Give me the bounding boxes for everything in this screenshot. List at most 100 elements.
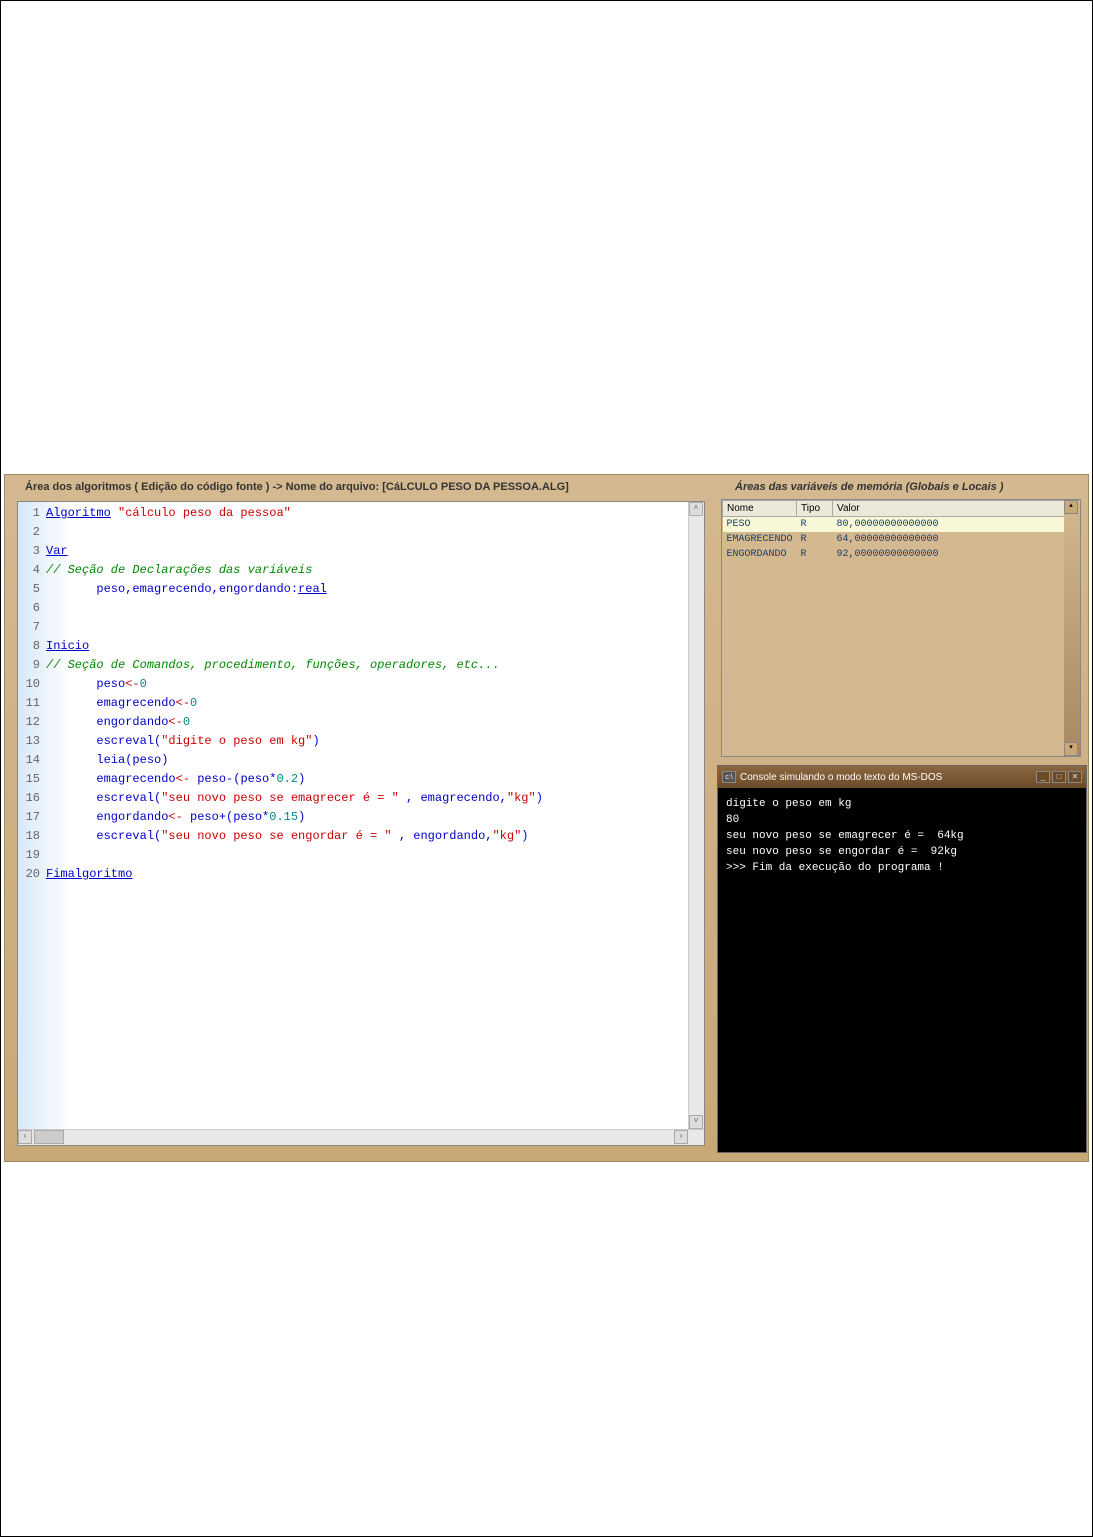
line-number: 4	[18, 561, 46, 580]
variable-cell-name: PESO	[723, 517, 797, 533]
line-number: 18	[18, 827, 46, 846]
code-line[interactable]: 9// Seção de Comandos, procedimento, fun…	[18, 656, 704, 675]
console-icon: c:\	[722, 771, 736, 783]
line-number: 19	[18, 846, 46, 865]
col-header-name[interactable]: Nome	[723, 501, 797, 517]
line-text: // Seção de Declarações das variáveis	[46, 561, 312, 580]
code-line[interactable]: 7	[18, 618, 704, 637]
scroll-left-icon[interactable]: ‹	[18, 1130, 32, 1144]
line-text: Algoritmo "cálculo peso da pessoa"	[46, 504, 291, 523]
line-number: 7	[18, 618, 46, 637]
scroll-up-icon[interactable]: ▴	[1064, 500, 1078, 514]
code-line[interactable]: 12 engordando<-0	[18, 713, 704, 732]
line-text: emagrecendo<-0	[46, 694, 197, 713]
variable-cell-name: ENGORDANDO	[723, 547, 797, 562]
variable-cell-name: EMAGRECENDO	[723, 532, 797, 547]
console-line: seu novo peso se emagrecer é = 64kg	[726, 828, 1078, 844]
editor-vertical-scrollbar[interactable]: ˄ ˅	[688, 502, 704, 1129]
variable-cell-value: 80,00000000000000	[833, 517, 1066, 533]
code-line[interactable]: 5 peso,emagrecendo,engordando:real	[18, 580, 704, 599]
line-number: 2	[18, 523, 46, 542]
ide-container: Área dos algoritmos ( Edição do código f…	[4, 474, 1089, 1162]
line-number: 6	[18, 599, 46, 618]
variables-scrollbar[interactable]: ▴ ▾	[1064, 500, 1080, 756]
line-text: // Seção de Comandos, procedimento, funç…	[46, 656, 500, 675]
variables-legend: Áreas das variáveis de memória (Globais …	[731, 481, 1007, 493]
col-header-value[interactable]: Valor	[833, 501, 1066, 517]
variable-cell-value: 64,00000000000000	[833, 532, 1066, 547]
line-text: engordando<-0	[46, 713, 190, 732]
console-output: digite o peso em kg80seu novo peso se em…	[718, 788, 1086, 884]
scroll-down-icon[interactable]: ▾	[1064, 742, 1078, 756]
editor-horizontal-scrollbar[interactable]: ‹ ›	[18, 1129, 704, 1145]
variables-panel: Áreas das variáveis de memória (Globais …	[717, 481, 1085, 761]
line-text: Inicio	[46, 637, 89, 656]
scroll-down-icon[interactable]: ˅	[689, 1115, 703, 1129]
line-number: 8	[18, 637, 46, 656]
line-text: Var	[46, 542, 68, 561]
line-number: 12	[18, 713, 46, 732]
code-line[interactable]: 17 engordando<- peso+(peso*0.15)	[18, 808, 704, 827]
maximize-button[interactable]: □	[1052, 771, 1066, 783]
line-text: leia(peso)	[46, 751, 168, 770]
code-line[interactable]: 2	[18, 523, 704, 542]
code-line[interactable]: 3Var	[18, 542, 704, 561]
code-line[interactable]: 13 escreval("digite o peso em kg")	[18, 732, 704, 751]
variable-row[interactable]: ENGORDANDOR92,00000000000000	[723, 547, 1066, 562]
variable-cell-type: R	[797, 547, 833, 562]
line-text: escreval("seu novo peso se engordar é = …	[46, 827, 529, 846]
console-line: 80	[726, 812, 1078, 828]
variables-table: Nome Tipo Valor PESOR80,00000000000000EM…	[722, 500, 1066, 562]
code-editor-panel: Área dos algoritmos ( Edição do código f…	[11, 481, 711, 1153]
variable-cell-type: R	[797, 532, 833, 547]
code-line[interactable]: 11 emagrecendo<-0	[18, 694, 704, 713]
code-line[interactable]: 20Fimalgoritmo	[18, 865, 704, 884]
code-line[interactable]: 1Algoritmo "cálculo peso da pessoa"	[18, 504, 704, 523]
line-text: escreval("seu novo peso se emagrecer é =…	[46, 789, 543, 808]
line-text: emagrecendo<- peso-(peso*0.2)	[46, 770, 305, 789]
console-window: c:\ Console simulando o modo texto do MS…	[717, 765, 1087, 1153]
code-line[interactable]: 6	[18, 599, 704, 618]
line-text: peso<-0	[46, 675, 147, 694]
line-text: engordando<- peso+(peso*0.15)	[46, 808, 305, 827]
code-line[interactable]: 19	[18, 846, 704, 865]
scroll-right-icon[interactable]: ›	[674, 1130, 688, 1144]
close-button[interactable]: ✕	[1068, 771, 1082, 783]
scroll-up-icon[interactable]: ˄	[689, 502, 703, 516]
scroll-thumb[interactable]	[34, 1130, 64, 1144]
line-number: 11	[18, 694, 46, 713]
line-number: 9	[18, 656, 46, 675]
line-number: 17	[18, 808, 46, 827]
code-editor-legend: Área dos algoritmos ( Edição do código f…	[21, 481, 573, 493]
code-line[interactable]: 14 leia(peso)	[18, 751, 704, 770]
line-number: 10	[18, 675, 46, 694]
line-number: 5	[18, 580, 46, 599]
col-header-type[interactable]: Tipo	[797, 501, 833, 517]
variables-table-container: Nome Tipo Valor PESOR80,00000000000000EM…	[721, 499, 1081, 757]
line-text: peso,emagrecendo,engordando:real	[46, 580, 327, 599]
console-line: >>> Fim da execução do programa !	[726, 860, 1078, 876]
line-number: 13	[18, 732, 46, 751]
code-line[interactable]: 8Inicio	[18, 637, 704, 656]
variable-cell-value: 92,00000000000000	[833, 547, 1066, 562]
code-line[interactable]: 18 escreval("seu novo peso se engordar é…	[18, 827, 704, 846]
line-number: 15	[18, 770, 46, 789]
variable-row[interactable]: PESOR80,00000000000000	[723, 517, 1066, 533]
code-line[interactable]: 4// Seção de Declarações das variáveis	[18, 561, 704, 580]
line-number: 1	[18, 504, 46, 523]
minimize-button[interactable]: _	[1036, 771, 1050, 783]
variable-row[interactable]: EMAGRECENDOR64,00000000000000	[723, 532, 1066, 547]
line-text: Fimalgoritmo	[46, 865, 132, 884]
variable-cell-type: R	[797, 517, 833, 533]
code-editor[interactable]: 1Algoritmo "cálculo peso da pessoa"23Var…	[17, 501, 705, 1146]
code-line[interactable]: 10 peso<-0	[18, 675, 704, 694]
line-number: 3	[18, 542, 46, 561]
console-titlebar[interactable]: c:\ Console simulando o modo texto do MS…	[718, 766, 1086, 788]
line-number: 20	[18, 865, 46, 884]
line-text: escreval("digite o peso em kg")	[46, 732, 320, 751]
code-line[interactable]: 16 escreval("seu novo peso se emagrecer …	[18, 789, 704, 808]
line-number: 14	[18, 751, 46, 770]
console-line: digite o peso em kg	[726, 796, 1078, 812]
code-line[interactable]: 15 emagrecendo<- peso-(peso*0.2)	[18, 770, 704, 789]
line-number: 16	[18, 789, 46, 808]
